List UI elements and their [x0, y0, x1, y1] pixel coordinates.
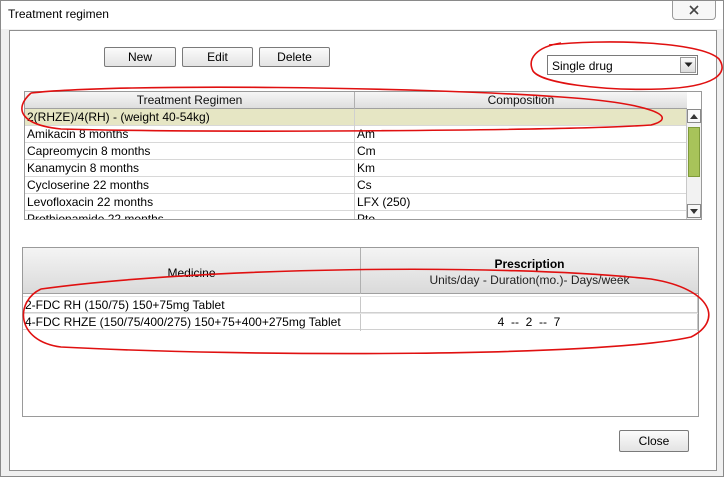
- new-button[interactable]: New: [104, 47, 176, 67]
- medicine-cell: 2-FDC RH (150/75) 150+75mg Tablet: [23, 297, 361, 314]
- close-icon: [689, 5, 699, 15]
- composition-cell: Km: [357, 161, 375, 175]
- column-header-medicine[interactable]: Medicine: [23, 248, 361, 294]
- column-header-composition[interactable]: Composition: [355, 92, 687, 109]
- column-header-prescription[interactable]: Prescription Units/day - Duration(mo.)- …: [361, 248, 698, 294]
- treatment-regimen-window: Treatment regimen New Edit Delete Single…: [0, 0, 724, 477]
- title-bar: Treatment regimen: [1, 1, 723, 29]
- column-header-regimen[interactable]: Treatment Regimen: [25, 92, 355, 109]
- prescription-subtitle: Units/day - Duration(mo.)- Days/week: [429, 273, 630, 287]
- regimen-cell: Amikacin 8 months: [25, 126, 355, 143]
- prescription-title: Prescription: [494, 257, 565, 271]
- table-row[interactable]: 2-FDC RH (150/75) 150+75mg Tablet: [23, 296, 698, 314]
- table-row[interactable]: Prothionamide 22 months Pto: [25, 211, 687, 220]
- delete-button[interactable]: Delete: [259, 47, 330, 67]
- table-row[interactable]: 4-FDC RHZE (150/75/400/275) 150+75+400+2…: [23, 313, 698, 331]
- medicine-table-header: Medicine Prescription Units/day - Durati…: [23, 248, 698, 294]
- scroll-down-button[interactable]: [687, 204, 701, 218]
- regimen-table: Treatment Regimen Composition 2(RHZE)/4(…: [24, 91, 702, 220]
- regimen-cell: Levofloxacin 22 months: [25, 194, 355, 211]
- scroll-up-button[interactable]: [687, 109, 701, 123]
- regimen-table-header: Treatment Regimen Composition: [25, 92, 687, 109]
- regimen-cell: Cycloserine 22 months: [25, 177, 355, 194]
- chevron-down-icon: [690, 208, 698, 214]
- regimen-table-body: 2(RHZE)/4(RH) - (weight 40-54kg) Amikaci…: [25, 109, 687, 220]
- chevron-up-icon: [690, 113, 698, 119]
- composition-cell: Pto: [357, 212, 376, 220]
- close-button[interactable]: Close: [619, 430, 689, 452]
- regimen-table-scrollbar[interactable]: [686, 109, 701, 219]
- drug-type-select[interactable]: Single drug: [547, 55, 698, 75]
- composition-cell: [355, 109, 687, 126]
- chevron-down-icon: [684, 62, 692, 67]
- medicine-table-body: 2-FDC RH (150/75) 150+75mg Tablet 4-FDC …: [23, 296, 698, 331]
- regimen-cell: 2(RHZE)/4(RH) - (weight 40-54kg): [25, 109, 355, 126]
- table-row[interactable]: Kanamycin 8 months Km: [25, 160, 687, 177]
- window-title: Treatment regimen: [8, 7, 109, 21]
- regimen-cell: Prothionamide 22 months: [25, 211, 355, 219]
- table-row[interactable]: Capreomycin 8 months Cm: [25, 143, 687, 160]
- edit-button[interactable]: Edit: [182, 47, 253, 67]
- table-row[interactable]: Cycloserine 22 months Cs: [25, 177, 687, 194]
- composition-cell: LFX (250): [357, 195, 411, 209]
- window-close-button[interactable]: [672, 1, 716, 20]
- regimen-cell: Capreomycin 8 months: [25, 143, 355, 160]
- prescription-cell[interactable]: 4 -- 2 -- 7: [361, 314, 698, 331]
- medicine-cell: 4-FDC RHZE (150/75/400/275) 150+75+400+2…: [23, 314, 361, 331]
- medicine-table: Medicine Prescription Units/day - Durati…: [22, 247, 699, 417]
- composition-cell: Cs: [357, 178, 372, 192]
- drug-type-selected-value: Single drug: [552, 59, 613, 73]
- table-row[interactable]: Levofloxacin 22 months LFX (250): [25, 194, 687, 211]
- table-row[interactable]: Amikacin 8 months Am: [25, 126, 687, 143]
- dropdown-arrow[interactable]: [680, 57, 696, 73]
- scroll-thumb[interactable]: [688, 127, 700, 177]
- regimen-cell: Kanamycin 8 months: [25, 160, 355, 177]
- composition-cell: Cm: [357, 144, 376, 158]
- table-row[interactable]: 2(RHZE)/4(RH) - (weight 40-54kg): [25, 109, 687, 126]
- prescription-cell[interactable]: [361, 297, 698, 314]
- composition-cell: Am: [357, 127, 375, 141]
